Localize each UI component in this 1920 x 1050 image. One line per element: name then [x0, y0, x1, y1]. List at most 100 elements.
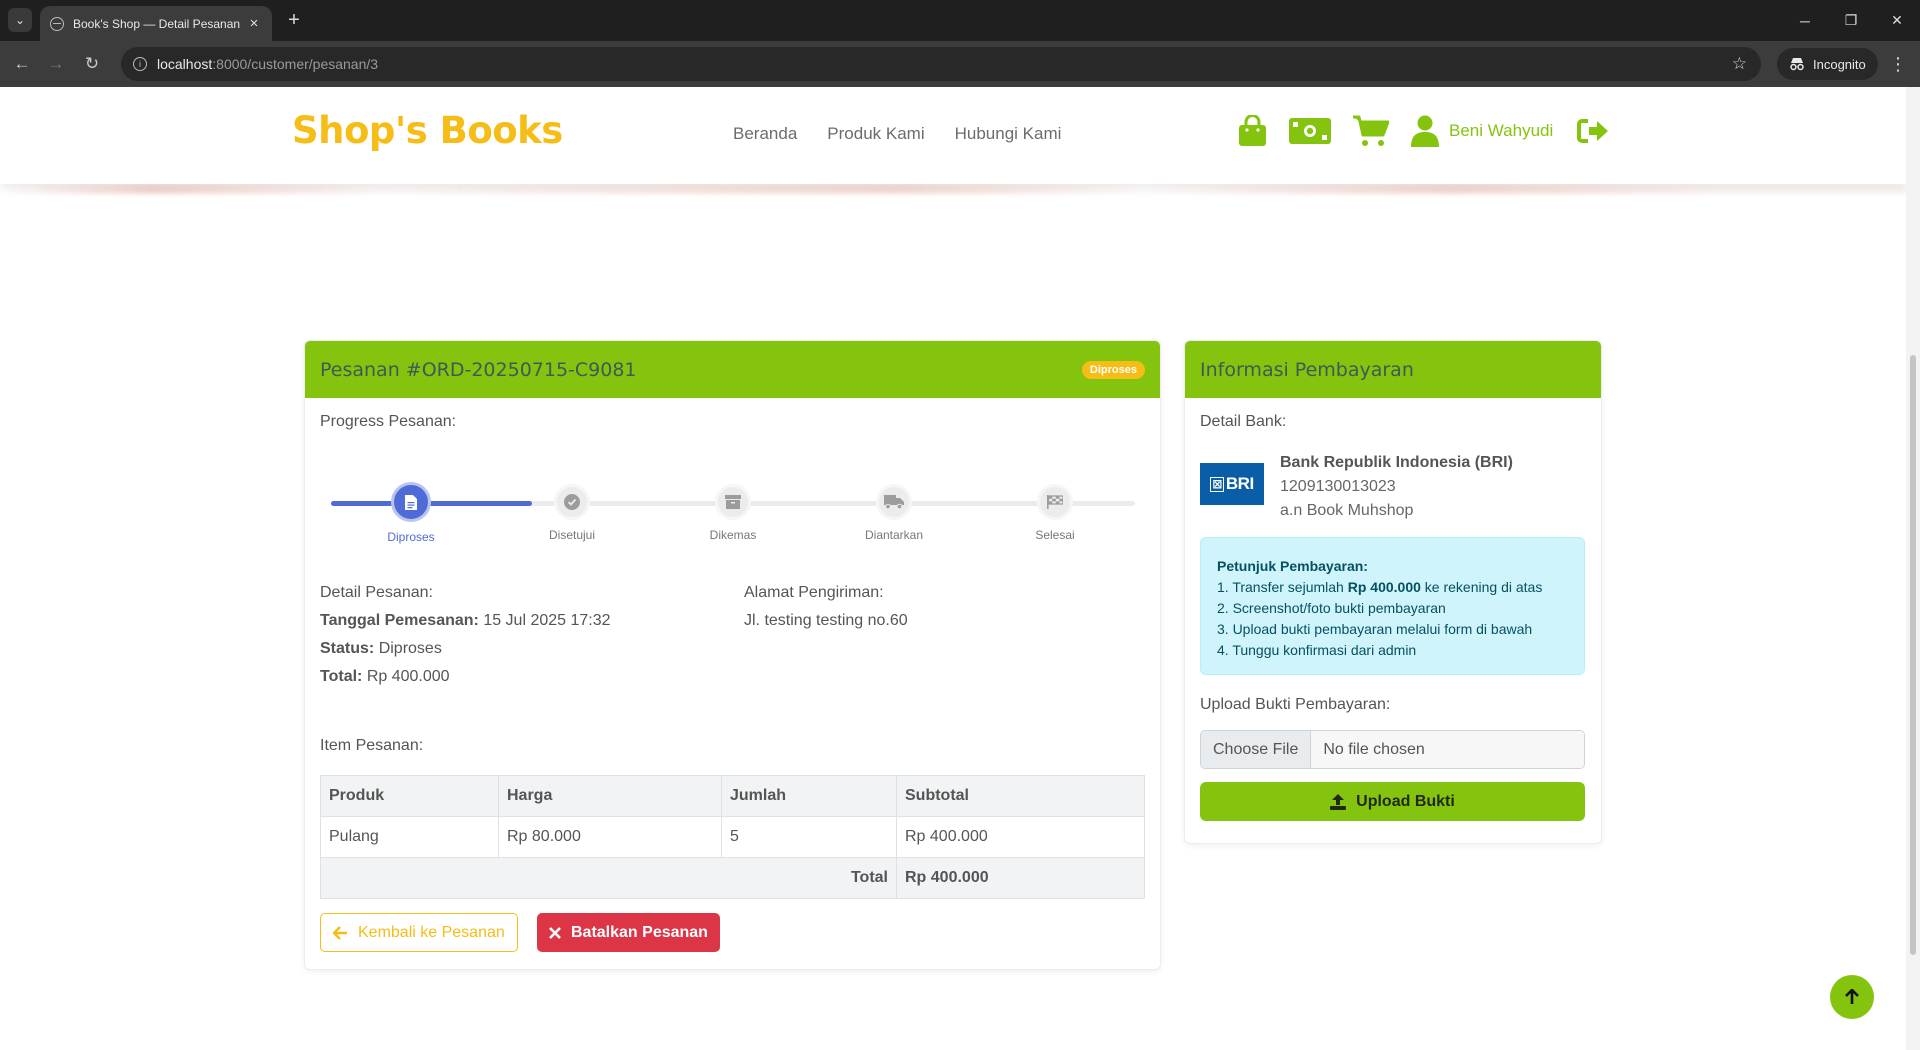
- upload-heading: Upload Bukti Pembayaran:: [1200, 696, 1391, 713]
- progress-step-disetujui: Disetujui: [512, 482, 632, 542]
- document-icon: [391, 482, 431, 522]
- logout-icon[interactable]: [1577, 118, 1609, 144]
- column-header: Subtotal: [896, 775, 1145, 817]
- box-icon: [715, 484, 751, 520]
- incognito-icon: [1790, 58, 1804, 71]
- instruction-step-2: 2. Screenshot/foto bukti pembayaran: [1217, 600, 1446, 616]
- cart-icon[interactable]: [1353, 115, 1389, 147]
- nav-item-produk[interactable]: Produk Kami: [827, 124, 924, 144]
- table-header-row: Produk Harga Jumlah Subtotal: [320, 775, 1145, 817]
- window-controls: ─ ❐ ✕: [1782, 0, 1920, 41]
- upload-button-label: Upload Bukti: [1356, 792, 1455, 810]
- forward-arrow-icon[interactable]: →: [44, 52, 68, 76]
- nav-item-beranda[interactable]: Beranda: [733, 124, 797, 144]
- user-profile-link[interactable]: Beni Wahyudi: [1411, 115, 1553, 147]
- shopping-bag-icon[interactable]: [1238, 115, 1267, 147]
- page-scrollbar[interactable]: [1906, 87, 1920, 1050]
- brand-logo[interactable]: Shop's Books: [292, 109, 563, 152]
- money-icon[interactable]: [1289, 118, 1331, 144]
- check-circle-icon: [554, 484, 590, 520]
- date-value: 15 Jul 2025 17:32: [483, 612, 611, 629]
- x-mark-icon: [549, 926, 561, 939]
- browser-tab-strip: ⌄ Book's Shop — Detail Pesanan × + ─ ❐ ✕: [0, 0, 1920, 41]
- table-total-value: Rp 400.000: [896, 857, 1145, 899]
- detail-heading: Detail Pesanan:: [320, 584, 433, 601]
- bri-bank-logo: ⊠ BRI: [1200, 463, 1264, 505]
- progress-step-dikemas: Dikemas: [673, 482, 793, 542]
- items-heading: Item Pesanan:: [320, 737, 424, 754]
- table-total-row: Total Rp 400.000: [320, 857, 1145, 899]
- restore-button[interactable]: ❐: [1828, 0, 1874, 41]
- tab-title: Book's Shop — Detail Pesanan: [73, 16, 241, 31]
- payment-title: Informasi Pembayaran: [1200, 358, 1414, 381]
- bank-heading: Detail Bank:: [1200, 413, 1287, 430]
- minimize-button[interactable]: ─: [1782, 0, 1828, 41]
- bank-logo-text: BRI: [1225, 474, 1254, 493]
- date-label: Tanggal Pemesanan:: [320, 612, 479, 629]
- back-to-top-button[interactable]: [1830, 975, 1874, 1019]
- site-info-icon[interactable]: i: [133, 57, 147, 71]
- banner-background-strip: [0, 184, 1906, 194]
- order-progress-tracker: Diproses Disetujui Dikemas Diantarkan Se…: [331, 482, 1135, 552]
- bookmark-star-icon[interactable]: ☆: [1732, 54, 1747, 74]
- instruction-step-4: 4. Tunggu konfirmasi dari admin: [1217, 642, 1417, 658]
- address-bar[interactable]: i localhost:8000/customer/pesanan/3 ☆: [121, 47, 1761, 81]
- tab-close-icon[interactable]: ×: [246, 15, 262, 32]
- incognito-label: Incognito: [1813, 56, 1866, 72]
- column-header: Jumlah: [721, 775, 897, 817]
- main-nav: Beranda Produk Kami Hubungi Kami: [733, 124, 1061, 144]
- order-details-section: Detail Pesanan: Tanggal Pemesanan: 15 Ju…: [320, 579, 611, 691]
- product-subtotal: Rp 400.000: [896, 816, 1145, 858]
- close-window-button[interactable]: ✕: [1874, 0, 1920, 41]
- column-header: Produk: [320, 775, 499, 817]
- payment-info-card: Informasi Pembayaran Detail Bank: ⊠ BRI B…: [1184, 340, 1602, 844]
- back-arrow-icon[interactable]: ←: [10, 52, 34, 76]
- product-name: Pulang: [320, 816, 499, 858]
- instructions-title: Petunjuk Pembayaran:: [1217, 558, 1368, 574]
- incognito-indicator[interactable]: Incognito: [1777, 48, 1878, 80]
- order-card-header: Pesanan #ORD-20250715-C9081 Diproses: [305, 341, 1160, 398]
- upload-proof-button[interactable]: Upload Bukti: [1200, 782, 1585, 821]
- page-viewport: Shop's Books Beranda Produk Kami Hubungi…: [0, 87, 1906, 1050]
- order-status-row: Status: Diproses: [320, 635, 611, 663]
- status-label: Status:: [320, 640, 375, 657]
- payment-card-header: Informasi Pembayaran: [1185, 341, 1601, 398]
- order-title: Pesanan #ORD-20250715-C9081: [320, 358, 637, 381]
- total-label: Total:: [320, 668, 363, 685]
- url-text[interactable]: localhost:8000/customer/pesanan/3: [157, 56, 1732, 72]
- address-heading: Alamat Pengiriman:: [744, 584, 884, 601]
- instruction-step-1: 1. Transfer sejumlah Rp 400.000 ke reken…: [1217, 579, 1543, 595]
- choose-file-button[interactable]: Choose File: [1201, 731, 1312, 768]
- order-items-table: Produk Harga Jumlah Subtotal Pulang Rp 8…: [320, 775, 1145, 899]
- shipping-address-section: Alamat Pengiriman: Jl. testing testing n…: [744, 579, 908, 635]
- new-tab-button[interactable]: +: [282, 9, 306, 31]
- site-header: Shop's Books Beranda Produk Kami Hubungi…: [0, 87, 1906, 184]
- product-quantity: 5: [721, 816, 897, 858]
- cancel-order-button[interactable]: Batalkan Pesanan: [537, 913, 720, 952]
- step-label: Selesai: [1035, 528, 1075, 542]
- username[interactable]: Beni Wahyudi: [1449, 121, 1553, 141]
- table-total-label: Total: [320, 857, 897, 899]
- order-total-row: Total: Rp 400.000: [320, 663, 611, 691]
- user-icon: [1411, 115, 1439, 147]
- progress-step-selesai: Selesai: [995, 482, 1115, 542]
- instruction-step-3: 3. Upload bukti pembayaran melalui form …: [1217, 621, 1533, 637]
- step-label: Diantarkan: [864, 528, 924, 542]
- nav-item-hubungi[interactable]: Hubungi Kami: [955, 124, 1062, 144]
- back-to-orders-button[interactable]: Kembali ke Pesanan: [320, 913, 518, 952]
- bank-name: Bank Republik Indonesia (BRI): [1280, 454, 1513, 471]
- browser-tab-active[interactable]: Book's Shop — Detail Pesanan ×: [40, 6, 272, 41]
- payment-instructions: Petunjuk Pembayaran: 1. Transfer sejumla…: [1200, 537, 1585, 675]
- file-status: No file chosen: [1311, 731, 1584, 768]
- product-price: Rp 80.000: [498, 816, 722, 858]
- browser-toolbar: ← → ↻ i localhost:8000/customer/pesanan/…: [0, 41, 1920, 87]
- back-button-label: Kembali ke Pesanan: [358, 923, 505, 941]
- flag-icon: [1037, 484, 1073, 520]
- tab-search-button[interactable]: ⌄: [8, 8, 32, 32]
- arrow-left-icon: [333, 925, 347, 940]
- browser-menu-icon[interactable]: ⋮: [1886, 52, 1910, 76]
- reload-icon[interactable]: ↻: [80, 52, 104, 76]
- scrollbar-thumb[interactable]: [1910, 355, 1916, 955]
- status-badge: Diproses: [1081, 361, 1145, 379]
- payment-proof-file-input[interactable]: Choose File No file chosen: [1200, 730, 1585, 769]
